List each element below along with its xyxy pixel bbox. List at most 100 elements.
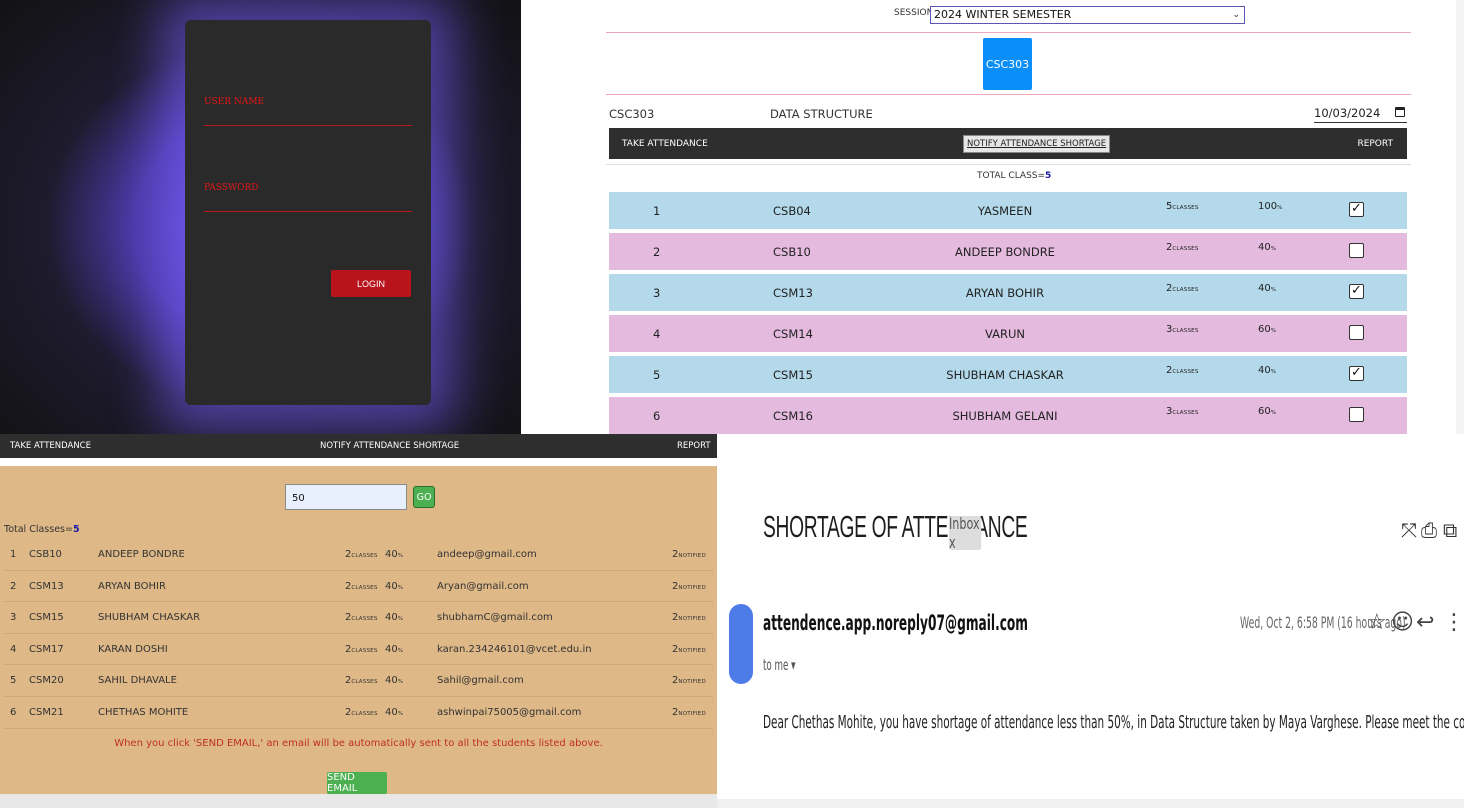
row-number: 3 <box>653 286 661 300</box>
username-field[interactable] <box>204 125 412 126</box>
shortage-row: 5 CSM20 SAHIL DHAVALE 2CLASSES 40% Sahil@gmai… <box>4 665 713 697</box>
student-id: CSM14 <box>773 327 813 341</box>
attendance-percentage: 40% <box>1258 365 1276 376</box>
attendance-percentage: 60% <box>1258 324 1276 335</box>
classes-unit: CLASSES <box>351 616 378 623</box>
classes-attended: 5CLASSES <box>1166 201 1199 212</box>
notified-unit: NOTIFIED <box>678 584 706 591</box>
notified-count: 2NOTIFIED <box>672 675 706 686</box>
student-id: CSM15 <box>773 368 813 382</box>
classes-unit: CLASSES <box>1172 205 1199 211</box>
attendance-percentage: 40% <box>385 549 403 560</box>
login-button[interactable]: LOGIN <box>331 270 411 297</box>
go-button[interactable]: GO <box>413 486 435 508</box>
shortage-navbar: TAKE ATTENDANCE NOTIFY ATTENDANCE SHORTA… <box>0 434 717 458</box>
classes-attended: 3CLASSES <box>1166 406 1199 417</box>
notified-count: 2NOTIFIED <box>672 549 706 560</box>
student-id: CSB04 <box>773 204 811 218</box>
notified-unit: NOTIFIED <box>678 711 706 717</box>
send-email-note: When you click 'SEND EMAIL,' an email wi… <box>114 738 603 749</box>
percentage-unit: % <box>1277 205 1283 211</box>
row-number: 3 <box>10 612 17 624</box>
attendance-percentage: 60% <box>1258 406 1276 417</box>
classes-unit: CLASSES <box>351 711 378 717</box>
course-tile[interactable]: CSC303 <box>983 38 1032 90</box>
emoji-icon[interactable]: ☺ <box>1391 610 1414 635</box>
session-select[interactable]: 2024 WINTER SEMESTER ⌄ <box>930 6 1245 24</box>
print-icon[interactable]: ⎙ <box>1421 518 1437 542</box>
row-number: 1 <box>10 549 17 560</box>
shortage-row: 6 CSM21 CHETHAS MOHITE 2CLASSES 40% ashwinpai… <box>4 697 713 729</box>
percentage-value: 40 <box>1258 283 1271 294</box>
student-name: ARYAN BOHIR <box>965 286 1045 300</box>
notified-unit: NOTIFIED <box>678 616 706 623</box>
row-number: 4 <box>653 327 661 341</box>
classes-unit: CLASSES <box>351 679 378 686</box>
classes-unit: CLASSES <box>1172 410 1199 416</box>
send-email-button[interactable]: SEND EMAIL <box>327 772 387 794</box>
student-id: CSB10 <box>29 549 62 560</box>
percentage-unit: % <box>1270 410 1277 416</box>
student-name: CHETHAS MOHITE <box>98 707 189 718</box>
student-name: SHUBHAM GELANI <box>952 409 1058 423</box>
shortage-row: 2 CSM13 ARYAN BOHIR 2CLASSES 40% Aryan@gmail.… <box>4 571 713 603</box>
percentage-value: 40 <box>1258 242 1271 253</box>
present-checkbox[interactable]: ✓ <box>1349 202 1364 217</box>
divider <box>606 32 1411 33</box>
student-email: karan.234246101@vcet.edu.in <box>437 643 592 655</box>
open-new-window-icon[interactable]: ⧉ <box>1443 518 1457 542</box>
email-subject: SHORTAGE OF ATTENDANCE <box>763 509 1028 544</box>
nav-take-attendance[interactable]: TAKE ATTENDANCE <box>10 441 91 451</box>
star-icon[interactable]: ☆ <box>1367 610 1387 635</box>
student-id: CSM21 <box>29 707 64 718</box>
classes-attended: 2CLASSES <box>345 612 378 623</box>
classes-attended: 2CLASSES <box>345 675 378 686</box>
present-checkbox[interactable] <box>1349 407 1364 422</box>
attendance-percentage: 40% <box>385 707 403 718</box>
row-number: 5 <box>10 675 17 687</box>
classes-attended: 2CLASSES <box>1166 242 1199 253</box>
percentage-unit: % <box>397 553 404 559</box>
student-id: CSM20 <box>29 675 64 687</box>
password-field[interactable] <box>204 211 412 212</box>
calendar-icon[interactable] <box>1395 107 1405 117</box>
present-checkbox[interactable]: ✓ <box>1349 366 1364 381</box>
present-checkbox[interactable] <box>1349 325 1364 340</box>
classes-unit: CLASSES <box>1172 369 1199 375</box>
present-checkbox[interactable] <box>1349 243 1364 258</box>
divider <box>606 94 1411 95</box>
attendance-percentage: 40% <box>385 612 403 623</box>
student-name: SHUBHAM CHASKAR <box>946 368 1064 382</box>
more-options-icon[interactable]: ⋮ <box>1443 610 1464 635</box>
reply-icon[interactable]: ↩ <box>1416 610 1434 635</box>
collapse-icon[interactable]: ⤧ <box>1401 518 1417 542</box>
session-label: SESSION <box>894 8 934 18</box>
classes-attended: 2CLASSES <box>1166 365 1199 376</box>
attendance-percentage: 40% <box>385 581 403 592</box>
nav-notify-shortage[interactable]: NOTIFY ATTENDANCE SHORTAGE <box>963 135 1111 153</box>
row-number: 2 <box>653 245 661 259</box>
total-classes-value: 5 <box>72 524 80 535</box>
classes-unit: CLASSES <box>1172 246 1199 252</box>
nav-report[interactable]: REPORT <box>677 441 711 451</box>
total-class-label: TOTAL CLASS= <box>977 171 1046 181</box>
row-number: 1 <box>653 204 661 218</box>
date-input[interactable]: 10/03/2024 <box>1314 106 1407 123</box>
student-name: ANDEEP BONDRE <box>98 549 185 560</box>
nav-take-attendance[interactable]: TAKE ATTENDANCE <box>622 139 708 149</box>
shortage-panel: TAKE ATTENDANCE NOTIFY ATTENDANCE SHORTA… <box>0 434 717 808</box>
attendance-row: 6 CSM16 SHUBHAM GELANI 3CLASSES 60% <box>609 397 1407 434</box>
percentage-unit: % <box>1270 369 1277 375</box>
inbox-badge[interactable]: Inbox x <box>949 514 982 552</box>
total-class: TOTAL CLASS=5 <box>977 171 1051 181</box>
recipient-toggle[interactable]: to me ▾ <box>763 656 795 674</box>
nav-notify-shortage[interactable]: NOTIFY ATTENDANCE SHORTAGE <box>320 441 459 451</box>
shortage-row: 3 CSM15 SHUBHAM CHASKAR 2CLASSES 40% shubhamC… <box>4 602 713 634</box>
classes-unit: CLASSES <box>351 647 378 654</box>
present-checkbox[interactable]: ✓ <box>1349 284 1364 299</box>
attendance-percentage-value: 40 <box>385 643 398 655</box>
nav-report[interactable]: REPORT <box>1357 139 1393 149</box>
student-name: ARYAN BOHIR <box>98 580 166 592</box>
percentage-unit: % <box>397 616 404 623</box>
threshold-input[interactable]: 50 <box>285 484 407 510</box>
